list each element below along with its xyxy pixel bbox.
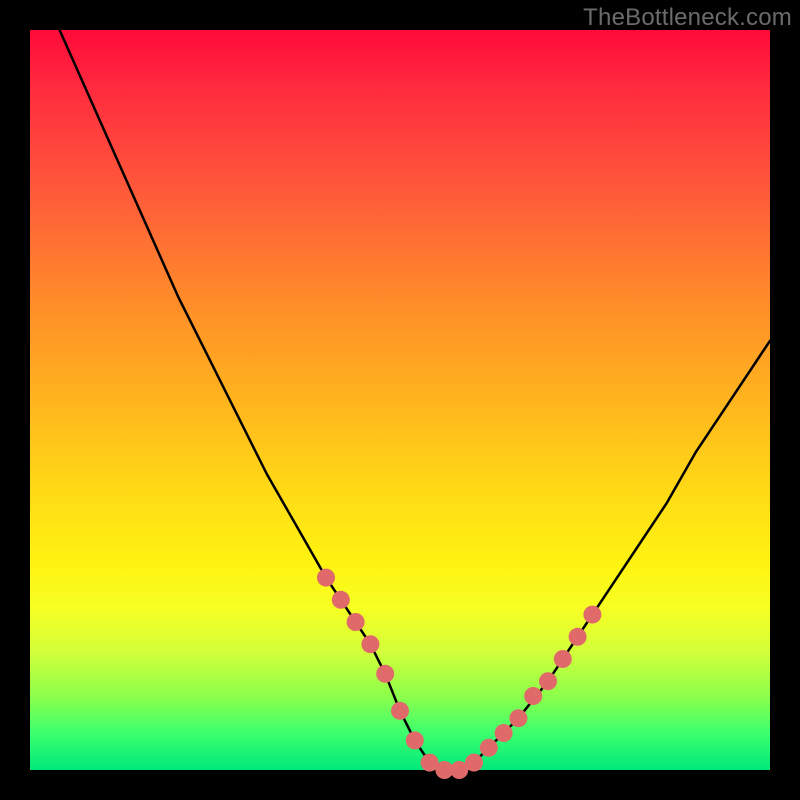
bottleneck-curve	[60, 30, 770, 770]
bottleneck-curve-path	[60, 30, 770, 770]
curve-markers	[317, 569, 601, 779]
curve-layer	[30, 30, 770, 770]
chart-frame: TheBottleneck.com	[0, 0, 800, 800]
curve-dot	[361, 635, 379, 653]
plot-area	[30, 30, 770, 770]
curve-dot	[539, 672, 557, 690]
curve-dot	[465, 754, 483, 772]
curve-dot	[554, 650, 572, 668]
curve-dot	[583, 606, 601, 624]
watermark-text: TheBottleneck.com	[583, 4, 792, 32]
curve-dot	[480, 739, 498, 757]
curve-dot	[347, 613, 365, 631]
curve-dot	[509, 709, 527, 727]
curve-dot	[524, 687, 542, 705]
curve-dot	[391, 702, 409, 720]
curve-dot	[332, 591, 350, 609]
curve-dot	[495, 724, 513, 742]
curve-dot	[376, 665, 394, 683]
curve-dot	[406, 731, 424, 749]
curve-dot	[569, 628, 587, 646]
curve-dot	[317, 569, 335, 587]
